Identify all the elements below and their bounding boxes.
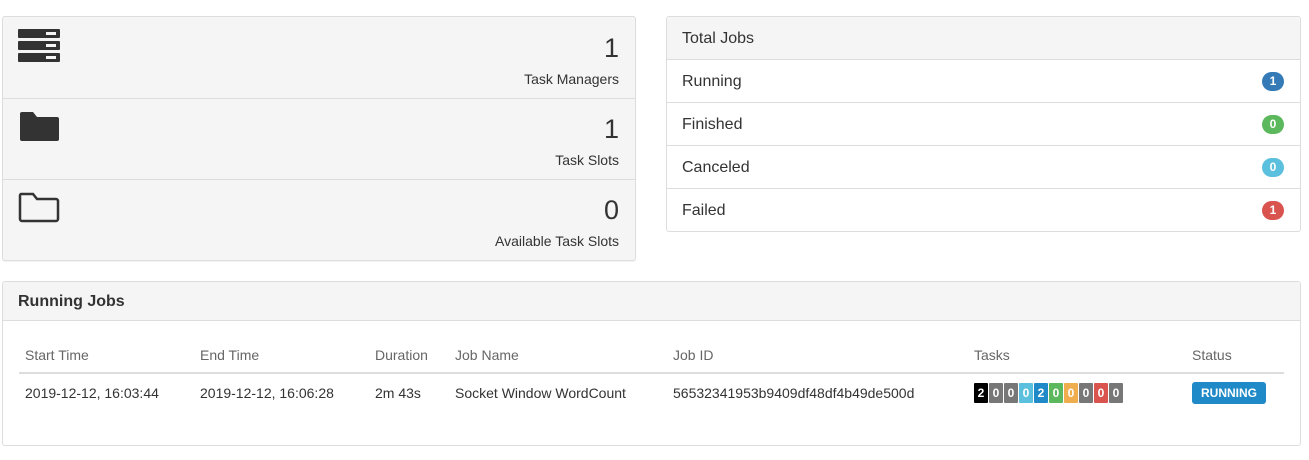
folder-open-icon	[18, 191, 60, 225]
count-badge: 1	[1262, 201, 1284, 220]
status-badge: RUNNING	[1192, 382, 1266, 404]
task-count-box: 0	[1109, 383, 1123, 403]
task-count-box: 0	[1064, 383, 1078, 403]
task-managers-stat[interactable]: 1 Task Managers	[3, 17, 635, 99]
job-name-cell: Socket Window WordCount	[455, 385, 626, 401]
task-count-box: 0	[989, 383, 1003, 403]
available-task-slots-label: Available Task Slots	[495, 233, 619, 249]
column-header-duration[interactable]: Duration	[375, 347, 428, 363]
total-jobs-row-failed[interactable]: Failed 1	[667, 189, 1300, 232]
column-header-tasks[interactable]: Tasks	[974, 347, 1010, 363]
duration-cell: 2m 43s	[375, 385, 421, 401]
column-header-start-time[interactable]: Start Time	[25, 347, 89, 363]
task-count-box: 0	[1094, 383, 1108, 403]
total-jobs-row-canceled[interactable]: Canceled 0	[667, 146, 1300, 189]
end-time-cell: 2019-12-12, 16:06:28	[200, 385, 334, 401]
total-jobs-panel: Total Jobs Running 1 Finished 0 Canceled…	[666, 16, 1301, 232]
total-jobs-label: Failed	[682, 202, 726, 219]
folder-filled-icon	[18, 110, 60, 144]
start-time-cell: 2019-12-12, 16:03:44	[25, 385, 159, 401]
task-slots-label: Task Slots	[555, 152, 619, 168]
table-header-divider	[19, 372, 1284, 374]
count-badge: 1	[1262, 72, 1284, 91]
count-badge: 0	[1262, 115, 1284, 134]
available-task-slots-value: 0	[603, 195, 619, 225]
task-count-box: 0	[1019, 383, 1033, 403]
task-count-box: 0	[1049, 383, 1063, 403]
count-badge: 0	[1262, 158, 1284, 177]
total-jobs-row-running[interactable]: Running 1	[667, 60, 1300, 103]
available-task-slots-stat[interactable]: 0 Available Task Slots	[3, 179, 635, 260]
total-jobs-title: Total Jobs	[667, 17, 1300, 60]
task-slots-stat[interactable]: 1 Task Slots	[3, 98, 635, 180]
tasks-status-boxes: 2 0 0 0 2 0 0 0 0 0	[974, 383, 1123, 403]
task-managers-value: 1	[603, 33, 619, 63]
column-header-end-time[interactable]: End Time	[200, 347, 259, 363]
job-id-cell: 56532341953b9409df48df4b49de500d	[673, 385, 915, 401]
task-slots-value: 1	[603, 114, 619, 144]
column-header-job-id[interactable]: Job ID	[673, 347, 713, 363]
task-count-box: 0	[1079, 383, 1093, 403]
running-jobs-title: Running Jobs	[3, 282, 1300, 321]
server-icon	[18, 29, 60, 63]
task-count-box: 2	[1034, 383, 1048, 403]
task-count-box: 0	[1004, 383, 1018, 403]
total-jobs-label: Canceled	[682, 159, 750, 176]
column-header-job-name[interactable]: Job Name	[455, 347, 519, 363]
running-jobs-panel: Running Jobs Start Time End Time Duratio…	[2, 281, 1301, 446]
task-managers-label: Task Managers	[524, 71, 619, 87]
total-jobs-row-finished[interactable]: Finished 0	[667, 103, 1300, 146]
total-jobs-label: Running	[682, 73, 742, 90]
cluster-stats-panel: 1 Task Managers 1 Task Slots 0 Available…	[2, 16, 636, 261]
task-count-box: 2	[974, 383, 988, 403]
column-header-status[interactable]: Status	[1192, 347, 1232, 363]
total-jobs-label: Finished	[682, 116, 743, 133]
